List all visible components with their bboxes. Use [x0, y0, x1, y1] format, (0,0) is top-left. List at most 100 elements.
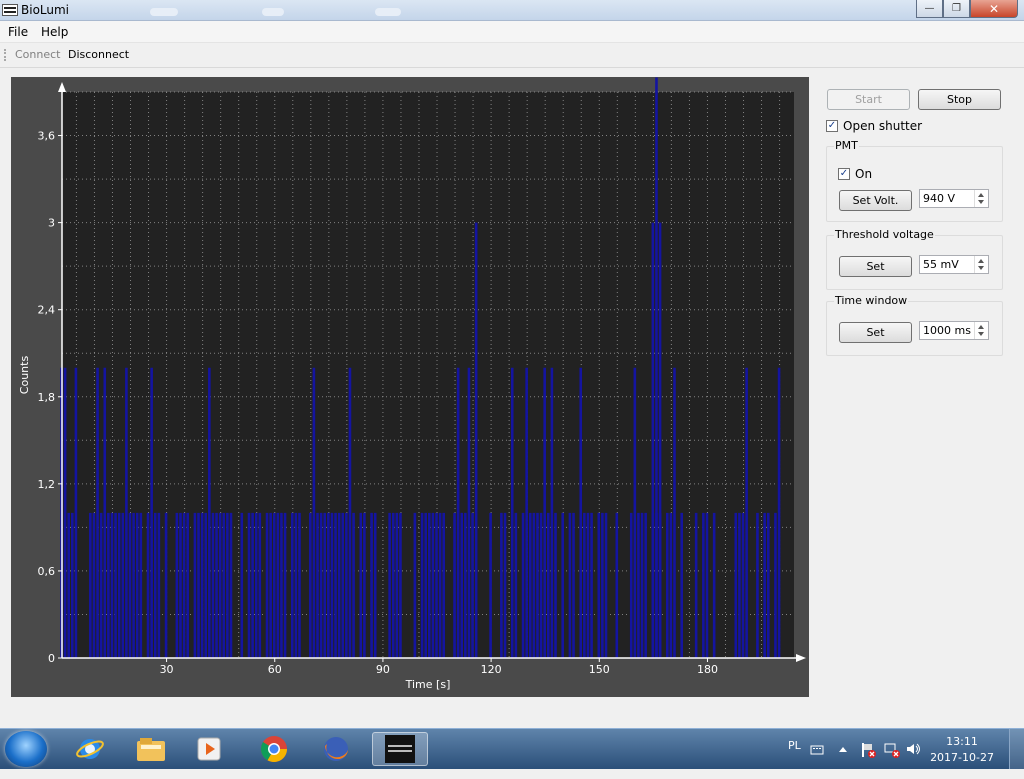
- close-icon: ✕: [988, 1, 1000, 16]
- data-bar: [388, 512, 391, 658]
- toolbar-grip[interactable]: [4, 49, 8, 61]
- title-blur: [375, 8, 401, 16]
- network-icon[interactable]: [884, 742, 900, 758]
- data-bar: [327, 512, 330, 658]
- data-bar: [525, 367, 528, 658]
- pmt-group-title: PMT: [834, 139, 859, 152]
- data-bar: [438, 512, 442, 658]
- data-bar: [615, 512, 619, 658]
- data-bar: [110, 512, 114, 658]
- data-bar: [337, 512, 341, 658]
- data-bar: [204, 512, 208, 658]
- data-bar: [514, 512, 518, 658]
- data-bar: [179, 512, 182, 658]
- set-threshold-button[interactable]: Set: [839, 256, 912, 277]
- biolumi-taskbar-button[interactable]: [372, 732, 428, 766]
- open-shutter-checkbox[interactable]: ✓ Open shutter: [826, 119, 922, 133]
- menu-help[interactable]: Help: [41, 25, 68, 39]
- data-bar: [215, 512, 218, 658]
- data-bar: [503, 512, 507, 658]
- pmt-voltage-spinbox[interactable]: 940 V: [919, 189, 989, 208]
- x-tick-label: 30: [160, 663, 174, 676]
- data-bar: [471, 512, 474, 658]
- window-controls: — ❐ ✕: [916, 0, 1018, 18]
- data-bar: [665, 512, 669, 658]
- data-bar: [510, 367, 514, 658]
- x-tick-label: 120: [481, 663, 502, 676]
- show-hidden-icons-icon[interactable]: [836, 742, 850, 756]
- pmt-group: PMT ✓ On Set Volt. 940 V: [826, 139, 1003, 222]
- data-bar: [258, 512, 262, 658]
- data-bar: [71, 512, 74, 658]
- data-bar: [135, 512, 139, 658]
- data-bar: [121, 512, 125, 658]
- disconnect-button[interactable]: Disconnect: [68, 48, 129, 61]
- spin-up-icon[interactable]: [978, 325, 984, 329]
- spin-up-icon[interactable]: [978, 259, 984, 263]
- show-desktop-button[interactable]: [1009, 729, 1024, 769]
- threshold-spinbox[interactable]: 55 mV: [919, 255, 989, 274]
- data-bar: [92, 512, 96, 658]
- data-bar: [283, 512, 287, 658]
- maximize-button[interactable]: ❐: [943, 0, 970, 18]
- data-bar: [424, 512, 427, 658]
- language-indicator[interactable]: PL: [788, 739, 801, 779]
- close-button[interactable]: ✕: [970, 0, 1018, 18]
- data-bar: [399, 512, 402, 658]
- data-bar: [211, 512, 215, 658]
- data-bar: [532, 512, 536, 658]
- pmt-on-label: On: [855, 167, 873, 181]
- set-voltage-button[interactable]: Set Volt.: [839, 190, 912, 211]
- checkbox-checked-icon: ✓: [838, 168, 850, 180]
- clock[interactable]: 13:11 2017-10-27: [930, 734, 994, 766]
- data-bar: [521, 512, 525, 658]
- internet-explorer-icon[interactable]: [64, 732, 116, 766]
- data-bar: [272, 512, 276, 658]
- connect-button[interactable]: Connect: [15, 48, 60, 61]
- x-tick-label: 180: [697, 663, 718, 676]
- keyboard-icon[interactable]: [810, 742, 824, 756]
- clock-date: 2017-10-27: [930, 751, 994, 764]
- data-bar: [640, 512, 644, 658]
- data-bar: [546, 512, 550, 658]
- data-bar: [680, 512, 684, 658]
- data-bar: [63, 367, 67, 658]
- time-window-spinbox[interactable]: 1000 ms: [919, 321, 989, 340]
- media-player-icon[interactable]: [183, 732, 235, 766]
- minimize-button[interactable]: —: [916, 0, 943, 18]
- menu-bar: File Help: [0, 21, 1024, 42]
- spin-down-icon[interactable]: [978, 332, 984, 336]
- data-bar: [413, 512, 417, 658]
- data-bar: [290, 512, 294, 658]
- data-bar: [756, 512, 759, 658]
- spin-down-icon[interactable]: [978, 266, 984, 270]
- plot-area: 30 60 90 120 150 180 0 0,6 1,2 1,8 2,4 3 3,6 Time [s]…: [11, 77, 809, 697]
- menu-file[interactable]: File: [8, 25, 28, 39]
- action-center-flag-icon[interactable]: [860, 742, 876, 758]
- firefox-icon[interactable]: [310, 732, 362, 766]
- y-axis-label: Counts: [18, 356, 31, 395]
- data-bar: [319, 512, 323, 658]
- stop-button[interactable]: Stop: [918, 89, 1001, 110]
- data-bar: [186, 512, 190, 658]
- data-bar: [467, 367, 471, 658]
- time-window-value: 1000 ms: [923, 324, 971, 337]
- y-tick-label: 2,4: [38, 304, 56, 317]
- counts-chart: 30 60 90 120 150 180 0 0,6 1,2 1,8 2,4 3 3,6 Time [s]…: [18, 77, 806, 691]
- title-bar: BioLumi — ❐ ✕: [0, 0, 1024, 21]
- checkbox-checked-icon: ✓: [826, 120, 838, 132]
- time-window-group: Time window Set 1000 ms: [826, 294, 1003, 356]
- start-button[interactable]: Start: [827, 89, 910, 110]
- pmt-on-checkbox[interactable]: ✓ On: [838, 167, 872, 181]
- data-bar: [766, 512, 770, 658]
- data-bar: [269, 512, 272, 658]
- data-bar: [550, 367, 554, 658]
- volume-icon[interactable]: [906, 742, 920, 756]
- start-button[interactable]: [5, 731, 47, 767]
- spin-down-icon[interactable]: [978, 200, 984, 204]
- spin-up-icon[interactable]: [978, 193, 984, 197]
- set-time-window-button[interactable]: Set: [839, 322, 912, 343]
- taskbar: PL 13:11 2017-10-27: [0, 728, 1024, 769]
- chrome-icon[interactable]: [248, 732, 300, 766]
- file-explorer-icon[interactable]: [125, 732, 177, 766]
